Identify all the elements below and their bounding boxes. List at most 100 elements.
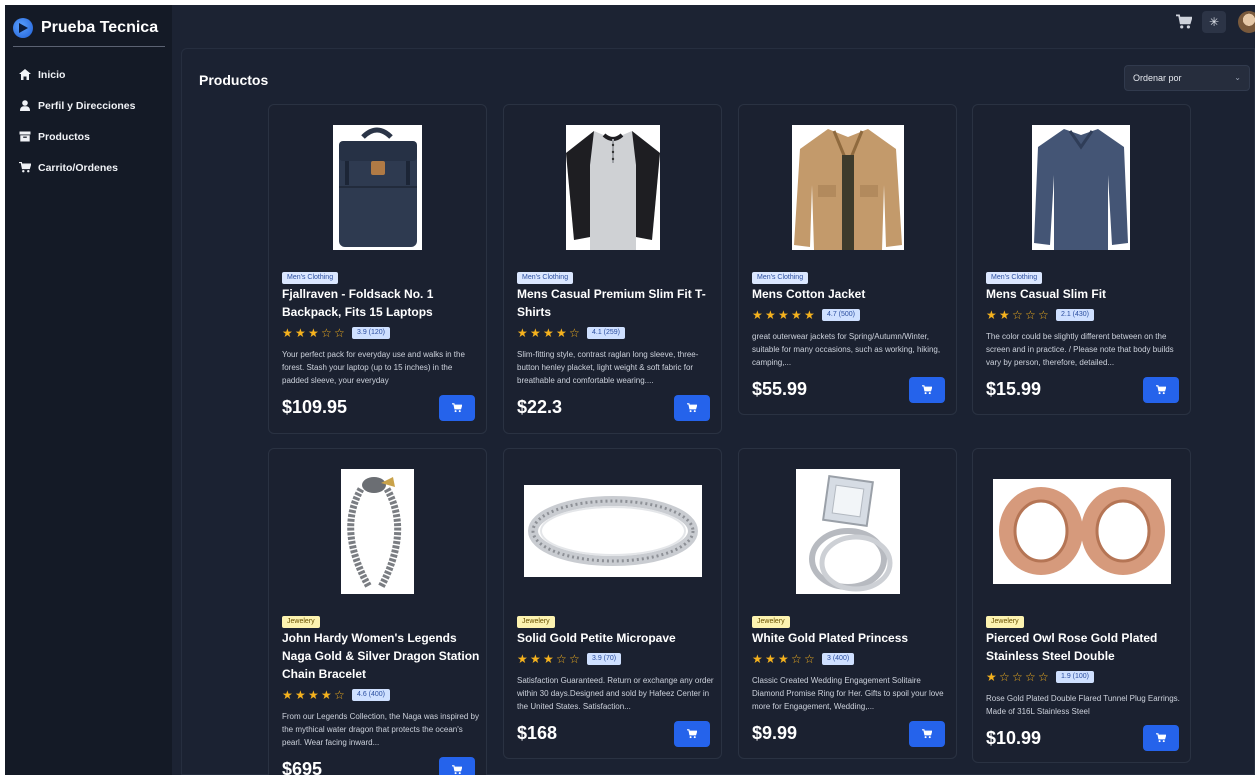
brand-name: Prueba Tecnica: [41, 18, 159, 36]
sidebar-item-carrito[interactable]: Carrito/Ordenes: [5, 152, 172, 183]
star-filled-icon: ★: [556, 326, 567, 340]
star-empty-icon: ☆: [569, 326, 580, 340]
cart-icon[interactable]: [1176, 14, 1192, 30]
sidebar-item-productos[interactable]: Productos: [5, 121, 172, 152]
product-price: $22.3: [517, 397, 563, 417]
product-card[interactable]: Jewelery Solid Gold Petite Micropave ★ ★ ★…: [503, 448, 722, 759]
sort-select[interactable]: Ordenar por ⌄: [1124, 65, 1250, 91]
sidebar-item-perfil[interactable]: Perfil y Direcciones: [5, 90, 172, 121]
sidebar-item-label: Inicio: [38, 68, 66, 81]
star-filled-icon: ★: [517, 652, 528, 666]
sidebar: Prueba Tecnica Inicio Perfil y Direccion…: [5, 5, 172, 775]
rating-badge: 4.7 (500): [822, 309, 861, 321]
star-filled-icon: ★: [986, 670, 997, 684]
star-filled-icon: ★: [752, 308, 763, 322]
product-card[interactable]: Men's Clothing Fjallraven - Foldsack No.…: [268, 104, 487, 434]
rating-stars: ★ ☆ ☆ ☆ ☆: [986, 671, 1050, 683]
product-rating: ★ ★ ★ ★ ☆ 4.1 (259): [517, 327, 626, 339]
cart-icon: [922, 729, 932, 739]
star-filled-icon: ★: [791, 308, 802, 322]
topbar: ✳: [172, 5, 1255, 45]
sort-select-value: Ordenar por: [1133, 73, 1182, 83]
category-badge: Men's Clothing: [986, 272, 1043, 284]
star-filled-icon: ★: [986, 308, 997, 322]
product-price: $9.99: [752, 723, 798, 743]
product-price: $168: [517, 723, 558, 743]
rating-badge: 3.9 (120): [352, 327, 391, 339]
star-filled-icon: ★: [308, 688, 319, 702]
product-price: $695: [282, 759, 323, 775]
avatar[interactable]: [1238, 11, 1255, 33]
star-filled-icon: ★: [321, 688, 332, 702]
product-image: [524, 485, 702, 577]
product-title[interactable]: Mens Cotton Jacket: [752, 285, 952, 303]
cart-icon: [19, 162, 31, 173]
star-filled-icon: ★: [282, 326, 293, 340]
product-description: From our Legends Collection, the Naga wa…: [282, 712, 479, 747]
product-card[interactable]: Jewelery Pierced Owl Rose Gold Plated St…: [972, 448, 1191, 763]
add-to-cart-button[interactable]: [439, 757, 475, 775]
product-title[interactable]: Mens Casual Premium Slim Fit T-Shirts: [517, 285, 717, 321]
add-to-cart-button[interactable]: [674, 395, 710, 421]
star-empty-icon: ☆: [569, 652, 580, 666]
cart-icon: [922, 385, 932, 395]
product-description: great outerwear jackets for Spring/Autum…: [752, 332, 941, 367]
rating-stars: ★ ★ ★ ★ ☆: [517, 327, 581, 339]
product-title[interactable]: Pierced Owl Rose Gold Plated Stainless S…: [986, 629, 1186, 665]
star-filled-icon: ★: [517, 326, 528, 340]
page-title: Productos: [199, 72, 269, 88]
product-image: [1032, 125, 1130, 250]
sidebar-item-inicio[interactable]: Inicio: [5, 59, 172, 90]
rating-badge: 1.9 (100): [1056, 671, 1095, 683]
star-filled-icon: ★: [999, 308, 1010, 322]
product-image: [792, 125, 904, 250]
rating-stars: ★ ★ ☆ ☆ ☆: [986, 309, 1050, 321]
theme-toggle-button[interactable]: ✳: [1202, 11, 1226, 33]
cart-icon: [687, 403, 697, 413]
star-filled-icon: ★: [752, 652, 763, 666]
product-title[interactable]: White Gold Plated Princess: [752, 629, 952, 647]
product-price: $15.99: [986, 379, 1042, 399]
category-badge: Jewelery: [986, 616, 1024, 628]
add-to-cart-button[interactable]: [674, 721, 710, 747]
add-to-cart-button[interactable]: [439, 395, 475, 421]
rating-badge: 4.6 (400): [352, 689, 391, 701]
add-to-cart-button[interactable]: [909, 377, 945, 403]
product-title[interactable]: John Hardy Women's Legends Naga Gold & S…: [282, 629, 482, 683]
chevron-down-icon: ⌄: [1234, 73, 1241, 82]
product-description: The color could be slightly different be…: [986, 332, 1174, 367]
product-card[interactable]: Jewelery John Hardy Women's Legends Naga…: [268, 448, 487, 775]
add-to-cart-button[interactable]: [909, 721, 945, 747]
star-filled-icon: ★: [530, 652, 541, 666]
sidebar-item-label: Productos: [38, 130, 90, 143]
add-to-cart-button[interactable]: [1143, 377, 1179, 403]
product-card[interactable]: Men's Clothing Mens Cotton Jacket ★ ★ ★ ★ ★ …: [738, 104, 957, 415]
product-title[interactable]: Mens Casual Slim Fit: [986, 285, 1186, 303]
star-filled-icon: ★: [765, 308, 776, 322]
product-image: [341, 469, 414, 594]
cart-icon: [452, 403, 462, 413]
star-filled-icon: ★: [543, 652, 554, 666]
product-card[interactable]: Jewelery White Gold Plated Princess ★ ★ ★ ☆…: [738, 448, 957, 759]
product-card[interactable]: Men's Clothing Mens Casual Slim Fit ★ ★ ☆ ☆…: [972, 104, 1191, 415]
star-empty-icon: ☆: [1012, 670, 1023, 684]
star-filled-icon: ★: [778, 308, 789, 322]
product-rating: ★ ★ ★ ★ ★ 4.7 (500): [752, 308, 861, 322]
star-empty-icon: ☆: [1012, 308, 1023, 322]
product-card[interactable]: Men's Clothing Mens Casual Premium Slim …: [503, 104, 722, 434]
product-price: $109.95: [282, 397, 348, 417]
product-description: Classic Created Wedding Engagement Solit…: [752, 676, 944, 711]
star-empty-icon: ☆: [1025, 308, 1036, 322]
rating-stars: ★ ★ ★ ☆ ☆: [752, 653, 816, 665]
star-empty-icon: ☆: [999, 670, 1010, 684]
product-rating: ★ ★ ★ ★ ☆ 4.6 (400): [282, 688, 391, 702]
brand[interactable]: Prueba Tecnica: [13, 13, 165, 47]
star-empty-icon: ☆: [334, 688, 345, 702]
product-rating: ★ ★ ★ ☆ ☆ 3.9 (70): [517, 652, 622, 666]
star-filled-icon: ★: [778, 652, 789, 666]
add-to-cart-button[interactable]: [1143, 725, 1179, 751]
cart-icon: [1156, 385, 1166, 395]
product-title[interactable]: Solid Gold Petite Micropave: [517, 629, 717, 647]
product-title[interactable]: Fjallraven - Foldsack No. 1 Backpack, Fi…: [282, 285, 482, 321]
sidebar-nav: Inicio Perfil y Direcciones Productos Ca…: [5, 59, 172, 183]
